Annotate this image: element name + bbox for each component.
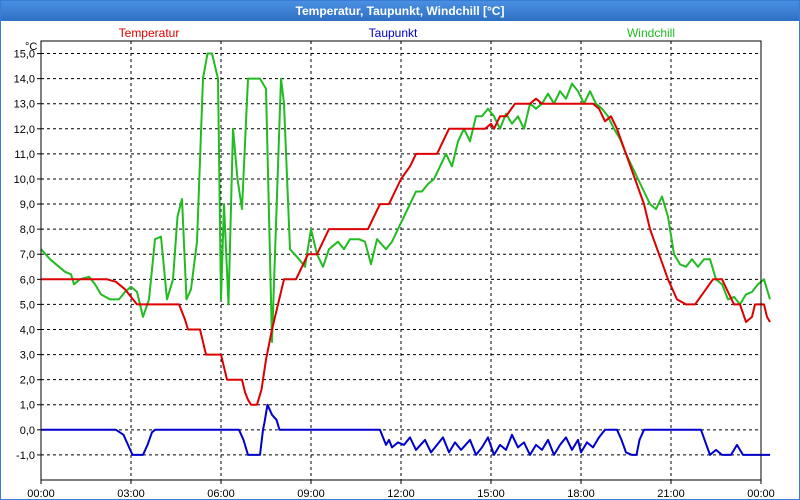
x-tick-time: 00:00 [27, 488, 55, 499]
x-tick-time: 18:00 [567, 488, 595, 499]
x-tick-time: 21:00 [657, 488, 685, 499]
legend-temperatur: Temperatur [119, 26, 180, 40]
y-tick-label: 10,0 [14, 174, 35, 186]
chart-title: Temperatur, Taupunkt, Windchill [°C] [1, 1, 799, 21]
y-tick-label: 5,0 [20, 299, 35, 311]
y-tick-label: 9,0 [20, 199, 35, 211]
tick-labels: -1,0 0,0 1,0 2,0 3,0 4,0 5,0 6,0 7,0 8,0 9,0 10,0 11… [14, 49, 775, 499]
x-tick-time: 03:00 [117, 488, 145, 499]
y-tick-label: 8,0 [20, 224, 35, 236]
grid [37, 41, 762, 484]
legend: Temperatur Taupunkt Windchill [119, 26, 675, 40]
y-tick-label: 11,0 [14, 149, 35, 161]
x-tick-time: 15:00 [477, 488, 505, 499]
y-tick-label: 0,0 [20, 425, 35, 437]
y-tick-label: 4,0 [20, 324, 35, 336]
series-line-temperatur [41, 97, 771, 406]
chart-window: Temperatur, Taupunkt, Windchill [°C] -1,… [0, 0, 800, 500]
series-line-windchill [40, 52, 771, 343]
x-tick-time: 06:00 [207, 488, 235, 499]
y-axis-unit: °C [25, 41, 37, 53]
y-tick-label: 14,0 [14, 74, 35, 86]
legend-windchill: Windchill [627, 26, 675, 40]
legend-taupunkt: Taupunkt [369, 26, 418, 40]
x-tick-time: 12:00 [387, 488, 415, 499]
y-tick-label: 6,0 [20, 274, 35, 286]
x-tick-time: 09:00 [297, 488, 325, 499]
x-tick-time: 00:00 [747, 488, 775, 499]
y-tick-label: 3,0 [20, 350, 35, 362]
y-tick-label: 7,0 [20, 249, 35, 261]
y-tick-label: 13,0 [14, 99, 35, 111]
chart-area: -1,0 0,0 1,0 2,0 3,0 4,0 5,0 6,0 7,0 8,0 9,0 10,0 11… [14, 26, 775, 499]
y-tick-label: -1,0 [16, 450, 35, 462]
y-tick-label: 1,0 [20, 400, 35, 412]
y-tick-label: 2,0 [20, 375, 35, 387]
y-tick-label: 12,0 [14, 124, 35, 136]
